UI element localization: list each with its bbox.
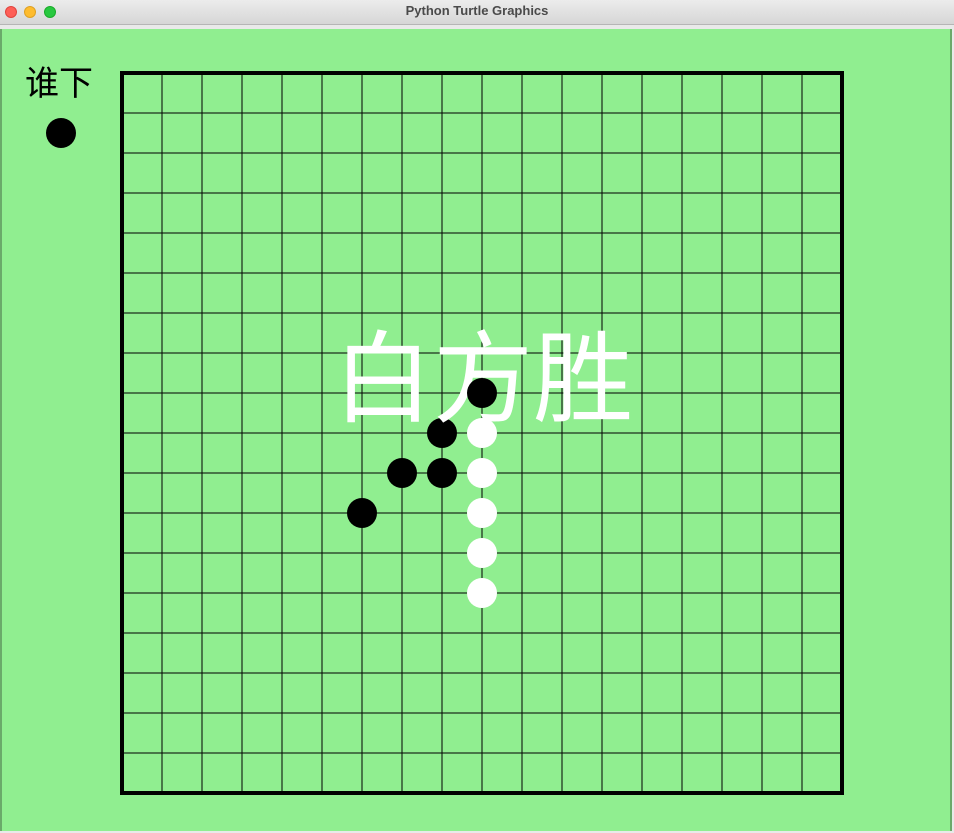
current-turn-stone-icon <box>46 118 76 148</box>
white-stone <box>467 538 497 568</box>
turtle-canvas[interactable]: 谁下 白方胜 <box>0 29 952 831</box>
title-bar[interactable]: Python Turtle Graphics <box>0 0 954 25</box>
white-stone <box>467 458 497 488</box>
window-title: Python Turtle Graphics <box>405 3 549 18</box>
turn-label: 谁下 <box>25 64 93 104</box>
black-stone <box>347 498 377 528</box>
gomoku-board-svg[interactable]: 谁下 白方胜 <box>2 29 952 831</box>
black-stone <box>387 458 417 488</box>
black-stone <box>427 458 457 488</box>
black-stone <box>467 378 497 408</box>
white-stone <box>467 578 497 608</box>
white-stone <box>467 498 497 528</box>
turtle-window: Python Turtle Graphics 谁下 白方胜 <box>0 0 954 833</box>
